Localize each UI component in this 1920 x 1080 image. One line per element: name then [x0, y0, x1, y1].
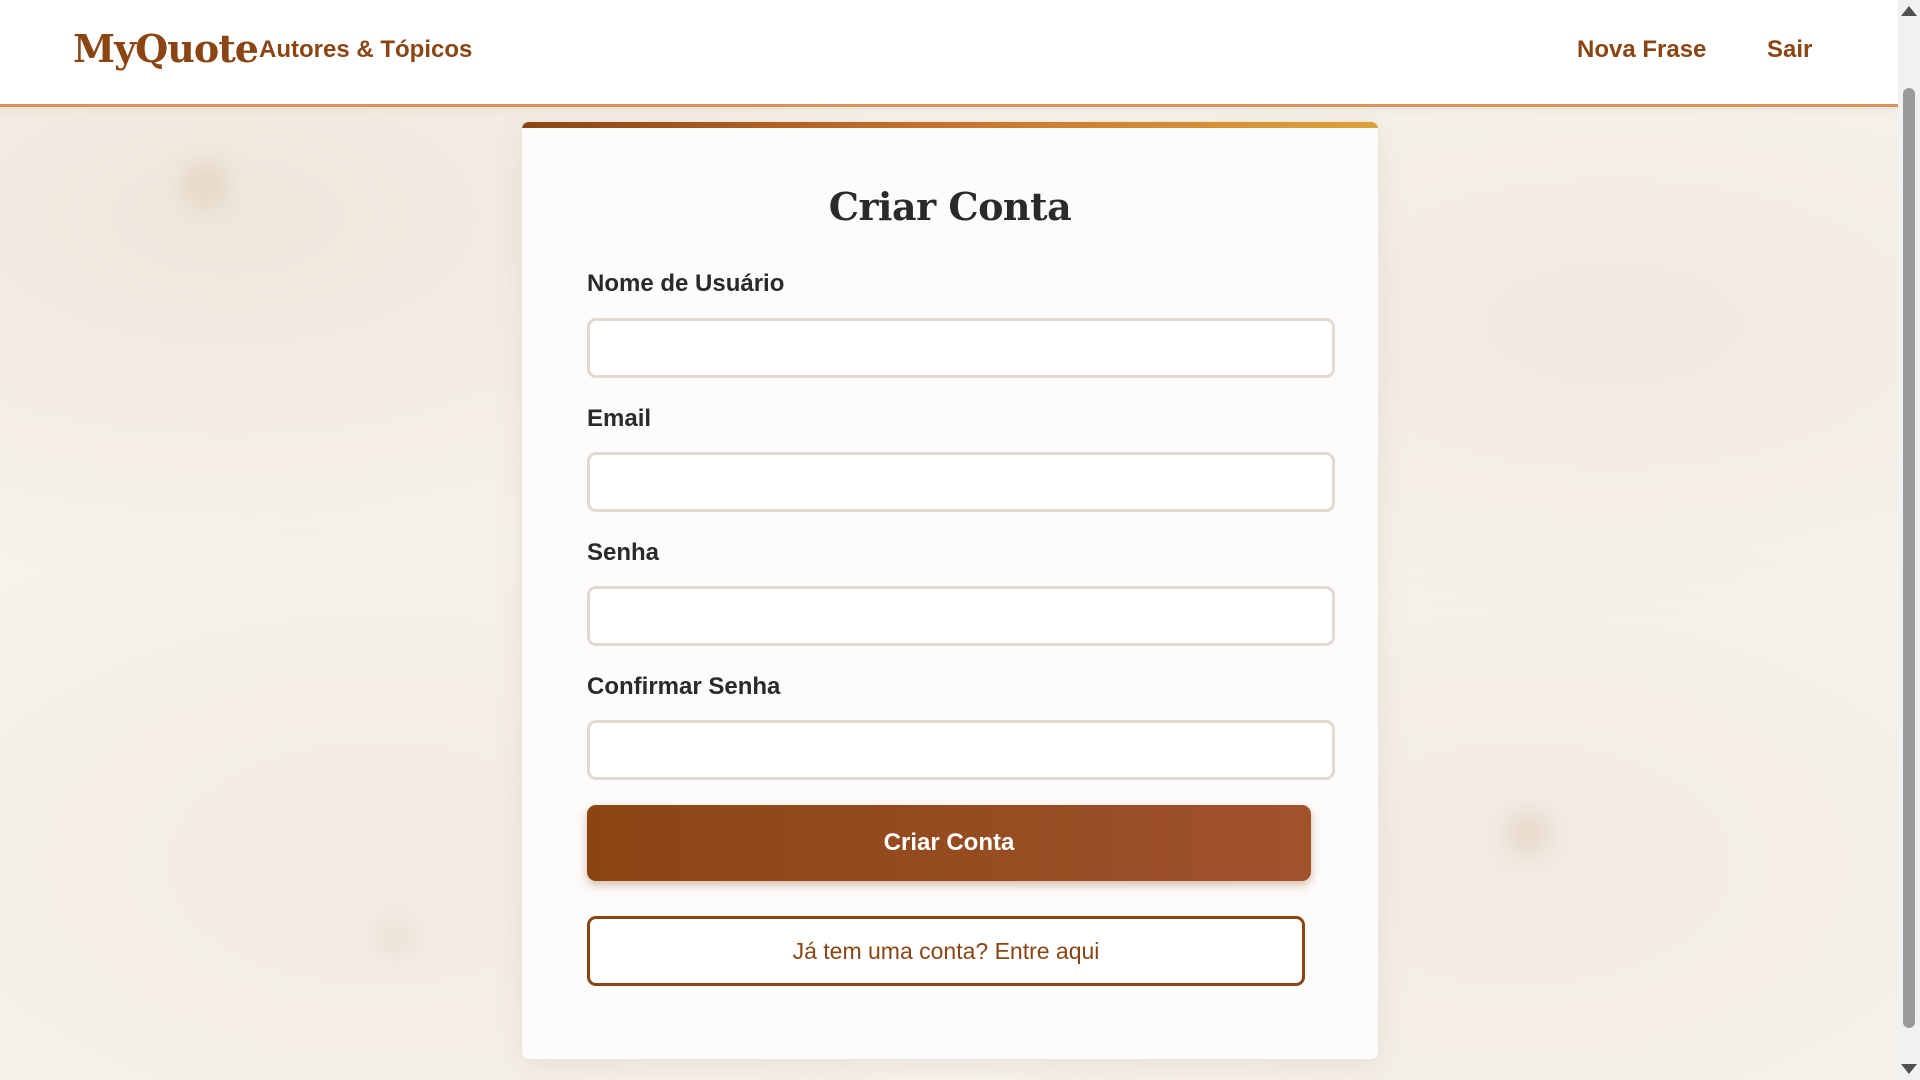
background-blur-decoration — [375, 918, 415, 958]
page-scrollbar[interactable] — [1898, 0, 1920, 1080]
background-blur-decoration — [1505, 810, 1551, 856]
scroll-up-arrow-icon[interactable] — [1901, 6, 1917, 16]
card-accent-bar — [522, 122, 1378, 128]
password-input[interactable] — [587, 586, 1335, 646]
page-title: Criar Conta — [828, 184, 1072, 229]
username-label: Nome de Usuário — [587, 270, 785, 297]
scroll-thumb[interactable] — [1903, 88, 1915, 1028]
login-link-button[interactable]: Já tem uma conta? Entre aqui — [587, 916, 1305, 986]
signup-card: Criar Conta Nome de Usuário Email Senha … — [521, 121, 1379, 1060]
password-label: Senha — [587, 539, 660, 566]
email-input[interactable] — [587, 452, 1335, 512]
confirm-password-label: Confirmar Senha — [587, 673, 781, 700]
create-account-button[interactable]: Criar Conta — [587, 805, 1311, 881]
username-input[interactable] — [587, 318, 1335, 378]
email-label: Email — [587, 405, 652, 432]
brand-logo[interactable]: MyQuote — [73, 26, 259, 71]
nav-link-logout[interactable]: Sair — [1767, 36, 1812, 64]
nav-link-authors-topics[interactable]: Autores & Tópicos — [259, 36, 472, 64]
scroll-down-arrow-icon[interactable] — [1901, 1064, 1917, 1074]
nav-link-new-quote[interactable]: Nova Frase — [1577, 36, 1706, 64]
top-navbar: MyQuote Autores & Tópicos Nova Frase Sai… — [0, 0, 1898, 107]
background-blur-decoration — [180, 160, 230, 210]
confirm-password-input[interactable] — [587, 720, 1335, 780]
